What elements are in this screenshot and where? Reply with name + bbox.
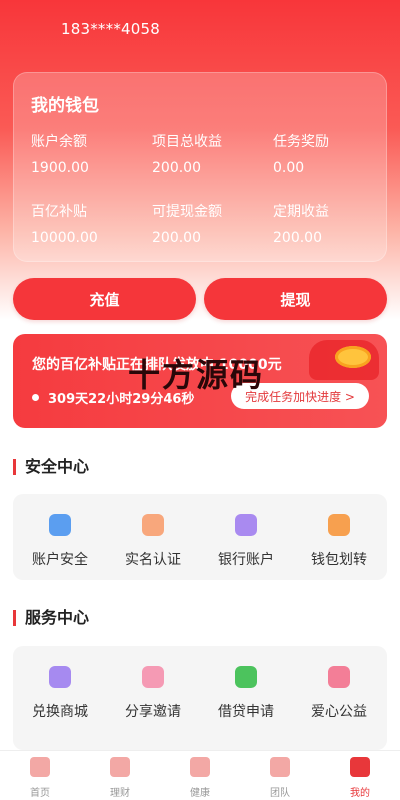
stat-label: 任务奖励 — [273, 134, 329, 150]
stat-value: 10000.00 — [31, 230, 98, 246]
item-label: 账户安全 — [32, 552, 88, 568]
exchange-mall-item[interactable]: 兑换商城 — [13, 666, 107, 721]
team-icon — [270, 757, 290, 777]
share-invite-item[interactable]: 分享邀请 — [106, 666, 200, 721]
stat-account-balance[interactable]: 账户余额 1900.00 — [31, 131, 89, 176]
item-label: 银行账户 — [218, 552, 274, 568]
stat-label: 项目总收益 — [152, 134, 222, 150]
security-panel: 账户安全 实名认证 银行账户 钱包划转 — [13, 494, 387, 580]
item-label: 兑换商城 — [32, 704, 88, 720]
security-section-title: 安全中心 — [13, 459, 89, 475]
tab-health[interactable]: 健康 — [160, 757, 240, 799]
stat-label: 百亿补贴 — [31, 204, 87, 220]
service-panel: 兑换商城 分享邀请 借贷申请 爱心公益 — [13, 646, 387, 750]
charity-item[interactable]: 爱心公益 — [292, 666, 386, 721]
item-label: 借贷申请 — [218, 704, 274, 720]
stat-fixed-income[interactable]: 定期收益 200.00 — [273, 201, 329, 246]
tab-label: 我的 — [350, 788, 370, 799]
item-label: 实名认证 — [125, 552, 181, 568]
tab-mine[interactable]: 我的 — [320, 757, 400, 799]
transfer-icon — [328, 514, 350, 536]
stat-withdrawable[interactable]: 可提现金额 200.00 — [152, 201, 222, 246]
stat-value: 200.00 — [273, 230, 322, 246]
wallet-title: 我的钱包 — [31, 96, 99, 116]
piggy-bank-icon — [110, 757, 130, 777]
stat-label: 定期收益 — [273, 204, 329, 220]
user-phone: 183****4058 — [61, 20, 161, 38]
watermark-text: 十方源码 — [128, 356, 265, 394]
bank-account-item[interactable]: 银行账户 — [199, 514, 293, 569]
account-security-item[interactable]: 账户安全 — [13, 514, 107, 569]
tab-finance[interactable]: 理财 — [80, 757, 160, 799]
service-section-title: 服务中心 — [13, 610, 89, 626]
bottom-tab-bar: 首页 理财 健康 团队 我的 — [0, 750, 400, 800]
withdraw-button[interactable]: 提现 — [204, 278, 387, 320]
wallet-transfer-item[interactable]: 钱包划转 — [292, 514, 386, 569]
tab-team[interactable]: 团队 — [240, 757, 320, 799]
recharge-button[interactable]: 充值 — [13, 278, 196, 320]
stat-value: 200.00 — [152, 230, 201, 246]
stat-project-income[interactable]: 项目总收益 200.00 — [152, 131, 222, 176]
loan-apply-item[interactable]: 借贷申请 — [199, 666, 293, 721]
stat-value: 1900.00 — [31, 160, 89, 176]
id-card-icon — [142, 514, 164, 536]
stat-task-reward[interactable]: 任务奖励 0.00 — [273, 131, 329, 176]
tab-label: 团队 — [270, 788, 290, 799]
shield-icon — [49, 514, 71, 536]
user-icon — [350, 757, 370, 777]
dot-icon — [32, 394, 39, 401]
bank-card-icon — [235, 514, 257, 536]
tab-label: 健康 — [190, 788, 210, 799]
cart-icon — [49, 666, 71, 688]
stat-label: 可提现金额 — [152, 204, 222, 220]
item-label: 爱心公益 — [311, 704, 367, 720]
share-icon — [142, 666, 164, 688]
item-label: 分享邀请 — [125, 704, 181, 720]
item-label: 钱包划转 — [311, 552, 367, 568]
heart-icon — [328, 666, 350, 688]
stat-value: 0.00 — [273, 160, 305, 176]
tab-label: 理财 — [110, 788, 130, 799]
stat-label: 账户余额 — [31, 134, 87, 150]
tab-label: 首页 — [30, 788, 50, 799]
home-icon — [30, 757, 50, 777]
tab-home[interactable]: 首页 — [0, 757, 80, 799]
real-name-item[interactable]: 实名认证 — [106, 514, 200, 569]
stat-subsidy[interactable]: 百亿补贴 10000.00 — [31, 201, 98, 246]
loan-icon — [235, 666, 257, 688]
coin-icon — [335, 346, 371, 368]
stat-value: 200.00 — [152, 160, 201, 176]
health-icon — [190, 757, 210, 777]
wallet-card: 我的钱包 账户余额 1900.00 项目总收益 200.00 任务奖励 0.00… — [13, 72, 387, 262]
